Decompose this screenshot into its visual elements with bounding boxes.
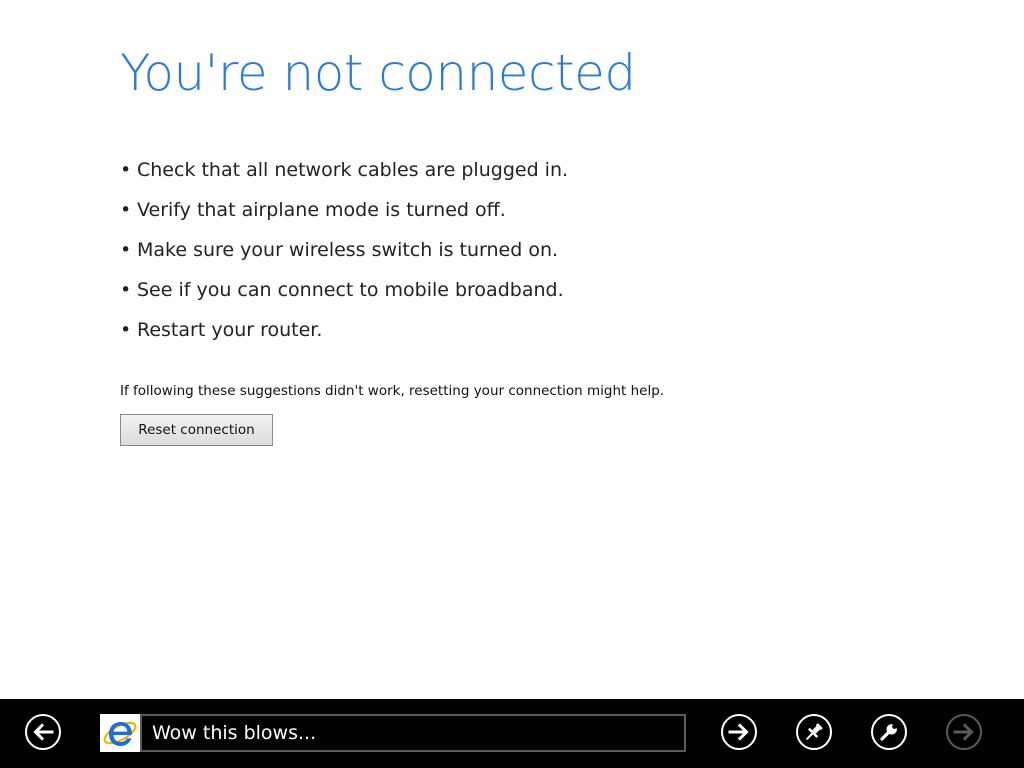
site-icon xyxy=(100,714,140,752)
bullet-icon: • xyxy=(120,279,132,301)
pin-site-button[interactable] xyxy=(796,714,832,750)
address-bar-input[interactable] xyxy=(140,714,686,752)
suggestion-text: Verify that airplane mode is turned off. xyxy=(137,199,506,221)
forward-arrow-icon xyxy=(953,723,974,741)
go-button[interactable] xyxy=(721,714,757,750)
back-button[interactable] xyxy=(25,714,61,750)
bullet-icon: • xyxy=(120,239,132,261)
pin-icon xyxy=(805,723,823,741)
list-item: • Check that all network cables are plugg… xyxy=(120,154,568,194)
page-tools-button[interactable] xyxy=(871,714,907,750)
internet-explorer-logo-icon xyxy=(103,721,137,746)
go-arrow-icon xyxy=(728,723,749,741)
suggestion-text: Make sure your wireless switch is turned… xyxy=(137,239,559,261)
bullet-icon: • xyxy=(120,319,132,341)
suggestion-list: • Check that all network cables are plugg… xyxy=(120,154,568,354)
reset-hint-text: If following these suggestions didn't wo… xyxy=(120,383,665,399)
wrench-icon xyxy=(880,724,897,741)
reset-connection-button[interactable]: Reset connection xyxy=(120,414,273,446)
back-arrow-icon xyxy=(33,723,54,741)
error-page: You're not connected • Check that all net… xyxy=(0,0,1024,768)
suggestion-text: See if you can connect to mobile broadba… xyxy=(137,279,564,301)
forward-button[interactable] xyxy=(946,714,982,750)
list-item: • Verify that airplane mode is turned off… xyxy=(120,194,568,234)
list-item: • Make sure your wireless switch is turne… xyxy=(120,234,568,274)
bullet-icon: • xyxy=(120,159,132,181)
app-bar xyxy=(0,699,1024,768)
bullet-icon: • xyxy=(120,199,132,221)
page-title: You're not connected xyxy=(120,44,636,102)
list-item: • Restart your router. xyxy=(120,314,568,354)
suggestion-text: Check that all network cables are plugge… xyxy=(137,159,569,181)
list-item: • See if you can connect to mobile broadb… xyxy=(120,274,568,314)
suggestion-text: Restart your router. xyxy=(137,319,323,341)
